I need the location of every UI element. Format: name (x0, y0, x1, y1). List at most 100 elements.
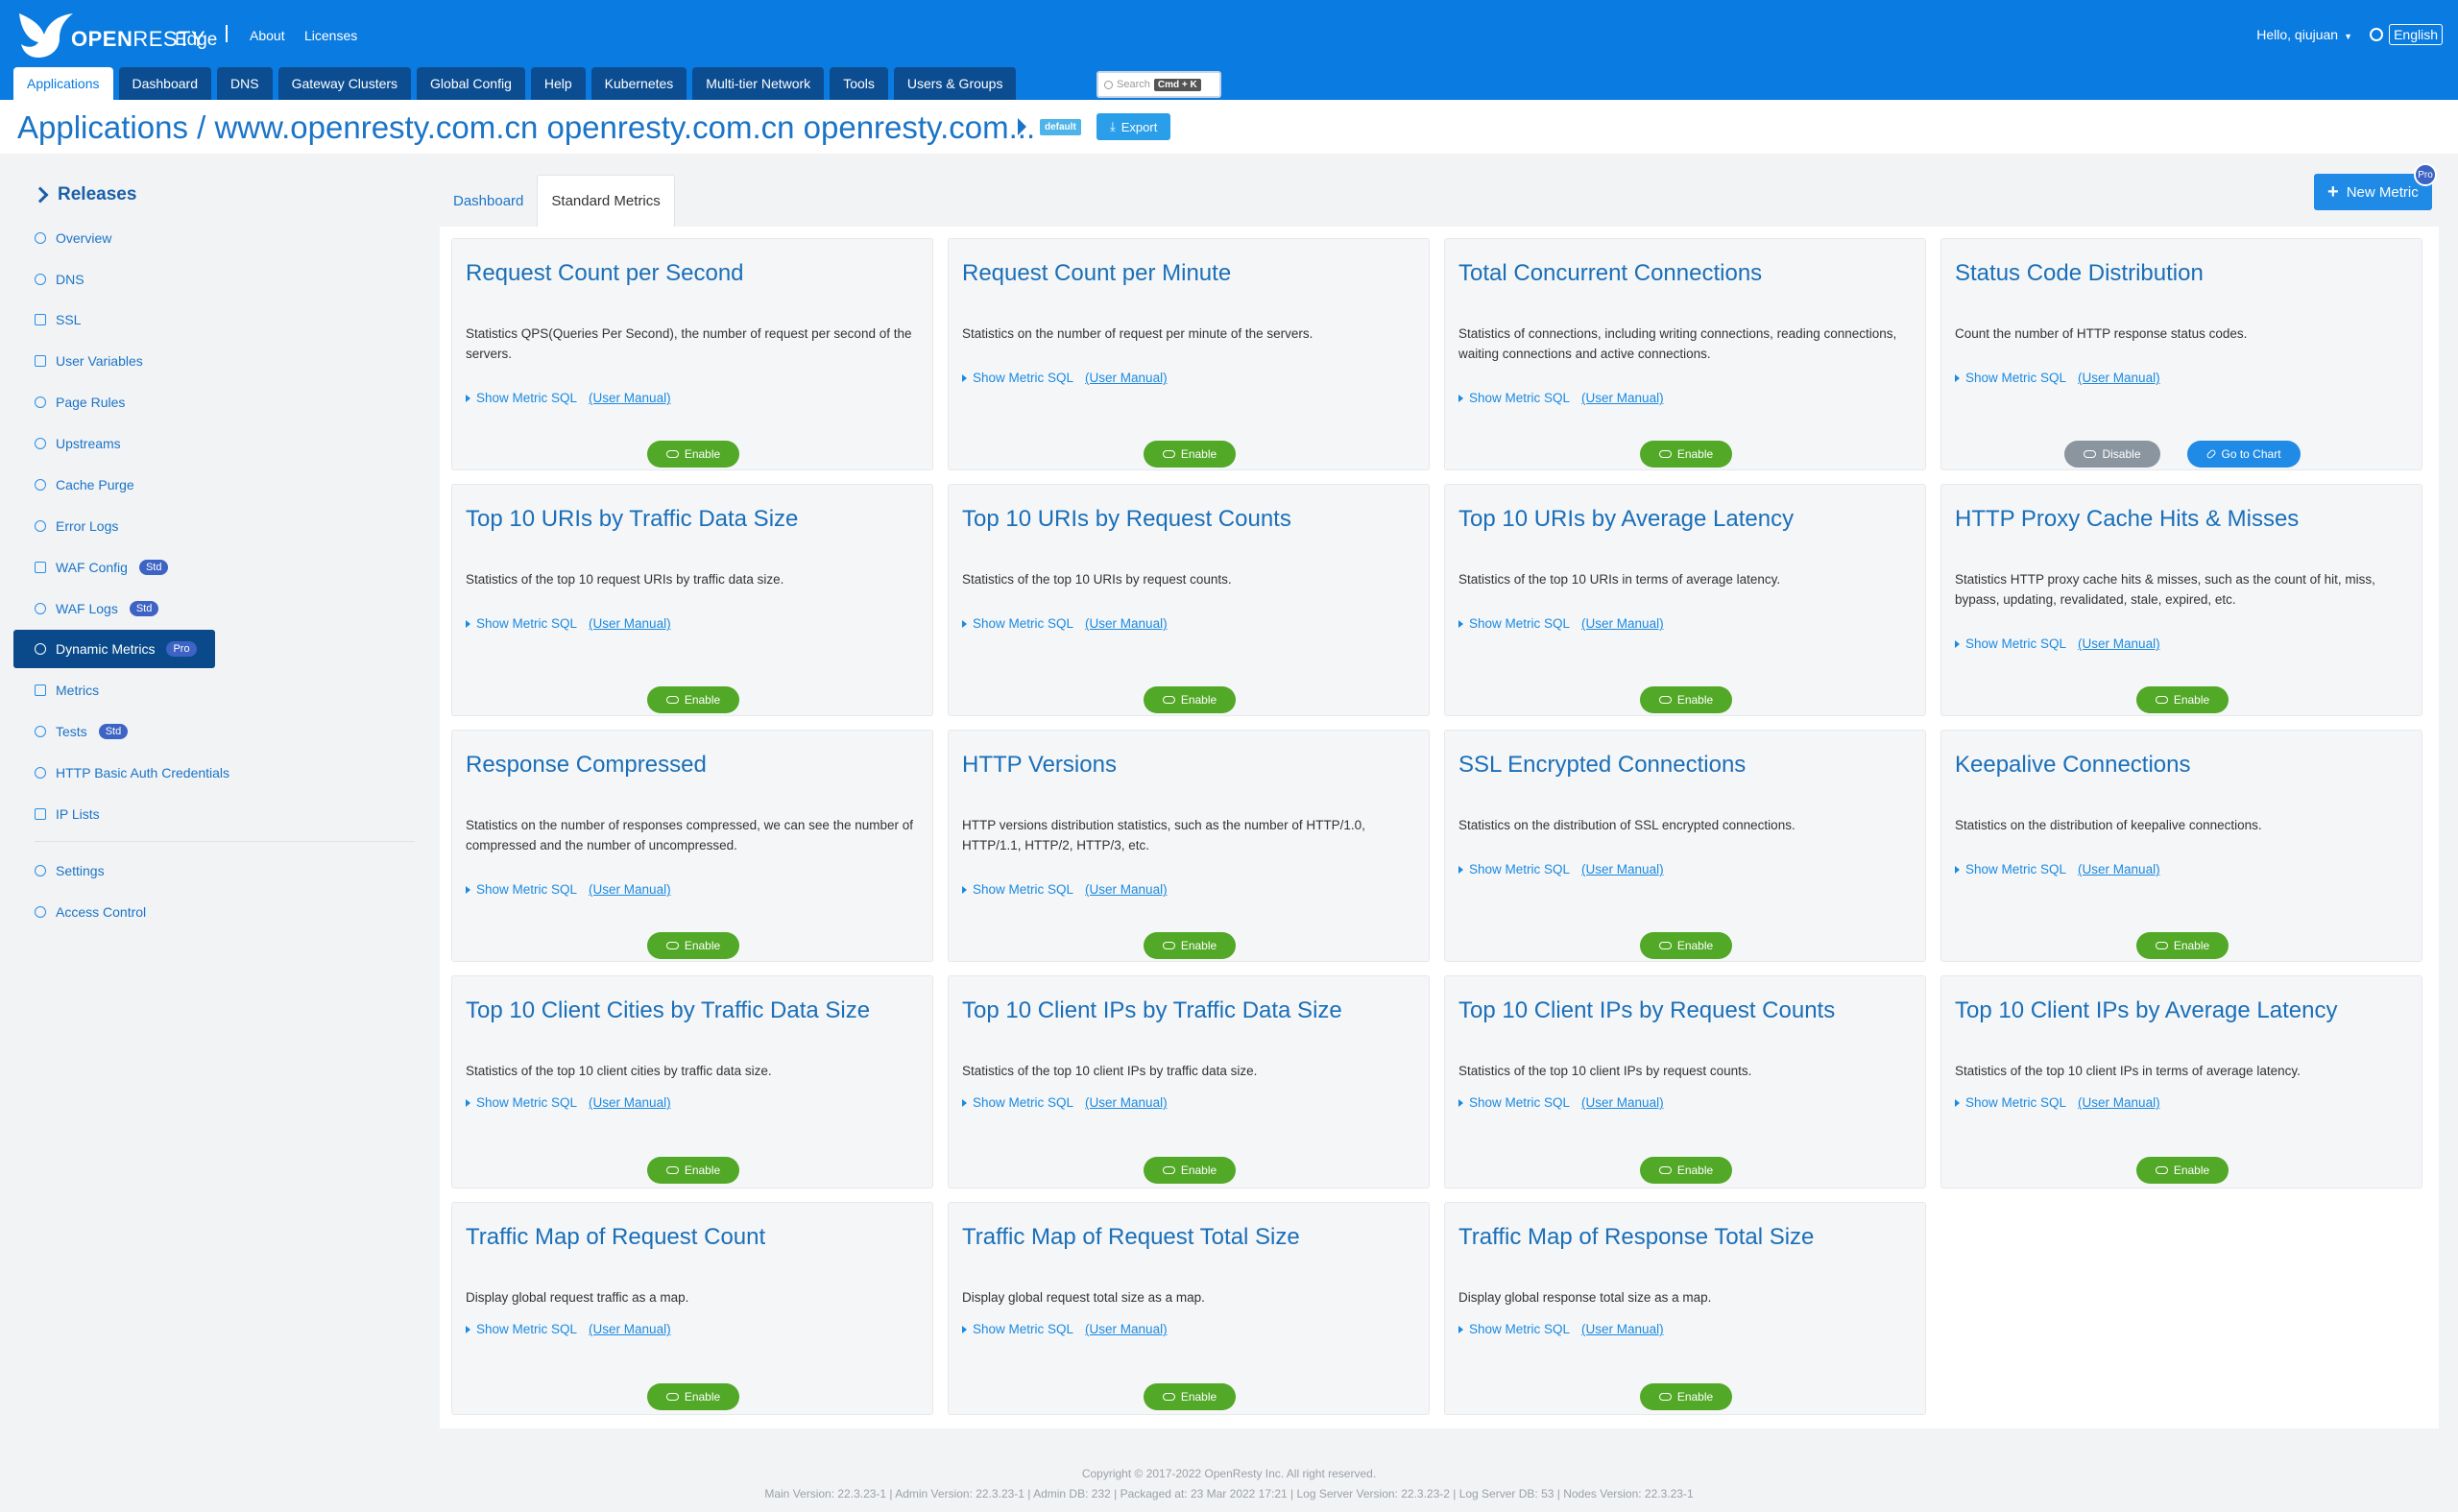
user-manual-link[interactable]: (User Manual) (1581, 1095, 1664, 1110)
show-metric-sql-link[interactable]: Show Metric SQL (973, 882, 1073, 897)
button-label: Enable (684, 939, 721, 952)
user-manual-link[interactable]: (User Manual) (1581, 616, 1664, 631)
language-select[interactable]: English (2389, 24, 2443, 45)
user-manual-link[interactable]: (User Manual) (589, 882, 671, 897)
user-manual-link[interactable]: (User Manual) (1085, 882, 1168, 897)
enable-button[interactable]: Enable (1143, 686, 1237, 713)
enable-button[interactable]: Enable (1639, 441, 1733, 468)
sidebar-item-overview[interactable]: Overview (13, 219, 215, 257)
enable-button[interactable]: Enable (646, 686, 740, 713)
tab-standard-metrics[interactable]: Standard Metrics (537, 175, 675, 227)
sidebar-item-ip-lists[interactable]: IP Lists (13, 795, 215, 833)
enable-button[interactable]: Enable (1639, 686, 1733, 713)
metric-title: Top 10 URIs by Traffic Data Size (466, 506, 799, 532)
show-metric-sql-link[interactable]: Show Metric SQL (973, 371, 1073, 385)
show-metric-sql-link[interactable]: Show Metric SQL (973, 1322, 1073, 1336)
user-manual-link[interactable]: (User Manual) (1581, 1322, 1664, 1336)
global-search[interactable]: Search Cmd + K (1096, 71, 1221, 98)
enable-button[interactable]: Enable (1143, 1383, 1237, 1410)
nav-tab-applications[interactable]: Applications (13, 67, 113, 100)
enable-button[interactable]: Enable (1639, 1157, 1733, 1184)
show-metric-sql-link[interactable]: Show Metric SQL (1469, 1322, 1570, 1336)
expand-arrow-icon[interactable] (1018, 118, 1026, 135)
sidebar-item-waf-config[interactable]: WAF Config Std (13, 548, 215, 587)
openresty-logo[interactable]: OPENRESTY Edge (15, 6, 217, 61)
show-metric-sql-link[interactable]: Show Metric SQL (476, 882, 577, 897)
user-manual-link[interactable]: (User Manual) (2078, 862, 2160, 876)
sidebar-item-error-logs[interactable]: Error Logs (13, 507, 215, 545)
go-to-chart-button[interactable]: Go to Chart (2186, 441, 2301, 468)
nav-tab-dns[interactable]: DNS (217, 67, 273, 100)
user-manual-link[interactable]: (User Manual) (1581, 391, 1664, 405)
enable-button[interactable]: Enable (1143, 1157, 1237, 1184)
show-metric-sql-link[interactable]: Show Metric SQL (1469, 862, 1570, 876)
user-manual-link[interactable]: (User Manual) (1581, 862, 1664, 876)
export-button[interactable]: ⤓ Export (1096, 113, 1171, 140)
card-actions: Enable (1941, 1157, 2423, 1184)
show-metric-sql-link[interactable]: Show Metric SQL (476, 616, 577, 631)
enable-button[interactable]: Enable (646, 932, 740, 959)
sidebar-item-dns[interactable]: DNS (13, 260, 215, 299)
enable-button[interactable]: Enable (1639, 1383, 1733, 1410)
show-metric-sql-link[interactable]: Show Metric SQL (1965, 371, 2066, 385)
user-manual-link[interactable]: (User Manual) (1085, 371, 1168, 385)
disable-button[interactable]: Disable (2064, 441, 2160, 468)
user-manual-link[interactable]: (User Manual) (2078, 371, 2160, 385)
enable-button[interactable]: Enable (2135, 686, 2229, 713)
show-metric-sql-link[interactable]: Show Metric SQL (973, 1095, 1073, 1110)
show-metric-sql-link[interactable]: Show Metric SQL (476, 391, 577, 405)
enable-button[interactable]: Enable (646, 1157, 740, 1184)
show-metric-sql-link[interactable]: Show Metric SQL (476, 1095, 577, 1110)
enable-button[interactable]: Enable (1143, 441, 1237, 468)
user-manual-link[interactable]: (User Manual) (589, 391, 671, 405)
language-selector[interactable]: English (2370, 24, 2443, 45)
user-manual-link[interactable]: (User Manual) (2078, 636, 2160, 651)
enable-button[interactable]: Enable (646, 1383, 740, 1410)
sidebar-item-waf-logs[interactable]: WAF Logs Std (13, 589, 215, 628)
sidebar-section-releases[interactable]: Releases (32, 184, 136, 205)
nav-tab-tools[interactable]: Tools (830, 67, 888, 100)
show-metric-sql-link[interactable]: Show Metric SQL (1965, 636, 2066, 651)
show-metric-sql-link[interactable]: Show Metric SQL (1469, 616, 1570, 631)
show-metric-sql-link[interactable]: Show Metric SQL (1469, 391, 1570, 405)
enable-button[interactable]: Enable (2135, 1157, 2229, 1184)
enable-button[interactable]: Enable (1143, 932, 1237, 959)
user-manual-link[interactable]: (User Manual) (1085, 616, 1168, 631)
nav-tab-gateway-clusters[interactable]: Gateway Clusters (277, 67, 412, 100)
user-manual-link[interactable]: (User Manual) (589, 1095, 671, 1110)
sidebar-item-user-variables[interactable]: User Variables (13, 342, 215, 380)
nav-tab-kubernetes[interactable]: Kubernetes (590, 67, 687, 100)
enable-button[interactable]: Enable (646, 441, 740, 468)
nav-tab-dashboard[interactable]: Dashboard (118, 67, 211, 100)
user-manual-link[interactable]: (User Manual) (589, 1322, 671, 1336)
show-metric-sql-link[interactable]: Show Metric SQL (476, 1322, 577, 1336)
user-menu[interactable]: Hello, qiujuan ▼ (2256, 27, 2352, 42)
nav-tab-multi-tier-network[interactable]: Multi-tier Network (692, 67, 825, 100)
show-metric-sql-link[interactable]: Show Metric SQL (1469, 1095, 1570, 1110)
user-manual-link[interactable]: (User Manual) (2078, 1095, 2160, 1110)
sidebar-item-upstreams[interactable]: Upstreams (13, 424, 215, 463)
sidebar-item-settings[interactable]: Settings (13, 852, 215, 890)
sidebar-item-dynamic-metrics[interactable]: Dynamic Metrics Pro (13, 630, 215, 668)
sidebar-item-page-rules[interactable]: Page Rules (13, 383, 215, 421)
sidebar-item-cache-purge[interactable]: Cache Purge (13, 466, 215, 504)
nav-tab-users-groups[interactable]: Users & Groups (893, 67, 1017, 100)
enable-button[interactable]: Enable (1639, 932, 1733, 959)
user-manual-link[interactable]: (User Manual) (1085, 1322, 1168, 1336)
show-metric-sql-link[interactable]: Show Metric SQL (1965, 1095, 2066, 1110)
sidebar-item-ssl[interactable]: SSL (13, 300, 215, 339)
sidebar-item-metrics[interactable]: Metrics (13, 671, 215, 709)
show-metric-sql-link[interactable]: Show Metric SQL (1965, 862, 2066, 876)
tab-dashboard[interactable]: Dashboard (440, 175, 537, 227)
sidebar-item-tests[interactable]: Tests Std (13, 712, 215, 751)
sidebar-item-http-basic-auth[interactable]: HTTP Basic Auth Credentials (13, 754, 282, 792)
user-manual-link[interactable]: (User Manual) (1085, 1095, 1168, 1110)
sidebar-item-access-control[interactable]: Access Control (13, 893, 215, 931)
enable-button[interactable]: Enable (2135, 932, 2229, 959)
nav-tab-global-config[interactable]: Global Config (417, 67, 525, 100)
about-link[interactable]: About (250, 28, 285, 43)
licenses-link[interactable]: Licenses (304, 28, 357, 43)
nav-tab-help[interactable]: Help (530, 67, 586, 100)
user-manual-link[interactable]: (User Manual) (589, 616, 671, 631)
show-metric-sql-link[interactable]: Show Metric SQL (973, 616, 1073, 631)
